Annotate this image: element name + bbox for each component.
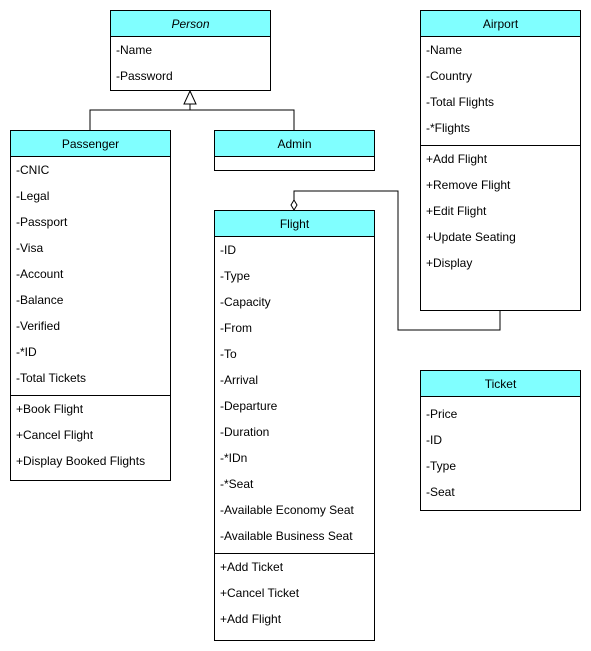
attribute: -Type [220, 269, 251, 283]
attribute: -CNIC [16, 163, 50, 177]
attribute: -Legal [16, 189, 50, 203]
generalization-arrowhead [183, 89, 197, 105]
attribute: -Account [16, 267, 64, 281]
attribute: -*Flights [426, 121, 471, 135]
attribute: -Verified [16, 319, 61, 333]
class-admin-name: Admin [215, 131, 374, 157]
class-flight[interactable]: Flight -ID -Type -Capacity -From -To -Ar… [214, 210, 375, 641]
operation: +Display [426, 256, 473, 270]
attribute: -Arrival [220, 373, 258, 387]
attribute: -Total Tickets [16, 371, 87, 385]
attribute: -Name [116, 43, 153, 57]
attribute: -To [220, 347, 237, 361]
class-flight-name: Flight [215, 211, 374, 237]
class-passenger[interactable]: Passenger -CNIC -Legal -Passport -Visa -… [10, 130, 171, 481]
operation: +Add Flight [220, 612, 282, 626]
aggregation-diamond [290, 199, 298, 211]
attribute: -*IDn [220, 451, 248, 465]
class-admin[interactable]: Admin [214, 130, 375, 171]
attribute: -*ID [16, 345, 37, 359]
attribute: -*Seat [220, 477, 254, 491]
class-airport[interactable]: Airport -Name -Country -Total Flights -*… [420, 10, 581, 311]
operation: +Edit Flight [426, 204, 487, 218]
attribute: -From [220, 321, 252, 335]
attribute: -Visa [16, 241, 44, 255]
class-ticket-name: Ticket [421, 371, 580, 397]
attribute: -Type [426, 459, 457, 473]
class-ticket[interactable]: Ticket -Price -ID -Type -Seat [420, 370, 581, 511]
operation: +Remove Flight [426, 178, 511, 192]
attribute: -Available Economy Seat [220, 503, 354, 517]
attribute: -Total Flights [426, 95, 495, 109]
class-airport-name: Airport [421, 11, 580, 37]
attribute: -Password [116, 69, 173, 83]
class-person-name: Person [111, 11, 270, 37]
attribute: -Departure [220, 399, 278, 413]
attribute: -Duration [220, 425, 270, 439]
attribute: -ID [220, 243, 236, 257]
attribute: -Country [426, 69, 473, 83]
operation: +Add Flight [426, 152, 488, 166]
attribute: -Seat [426, 485, 455, 499]
attribute: -ID [426, 433, 442, 447]
operation: +Update Seating [426, 230, 516, 244]
operation: +Cancel Flight [16, 428, 94, 442]
attribute: -Price [426, 407, 458, 421]
generalization-passenger-line [89, 104, 191, 130]
attribute: -Name [426, 43, 463, 57]
operation: +Display Booked Flights [16, 454, 146, 468]
class-person[interactable]: Person -Name -Password [110, 10, 271, 91]
class-passenger-name: Passenger [11, 131, 170, 157]
operation: +Book Flight [16, 402, 84, 416]
attribute: -Available Business Seat [220, 529, 353, 543]
attribute: -Capacity [220, 295, 271, 309]
generalization-admin-line [190, 109, 295, 130]
operation: +Add Ticket [220, 560, 284, 574]
attribute: -Balance [16, 293, 64, 307]
attribute: -Passport [16, 215, 68, 229]
operation: +Cancel Ticket [220, 586, 300, 600]
